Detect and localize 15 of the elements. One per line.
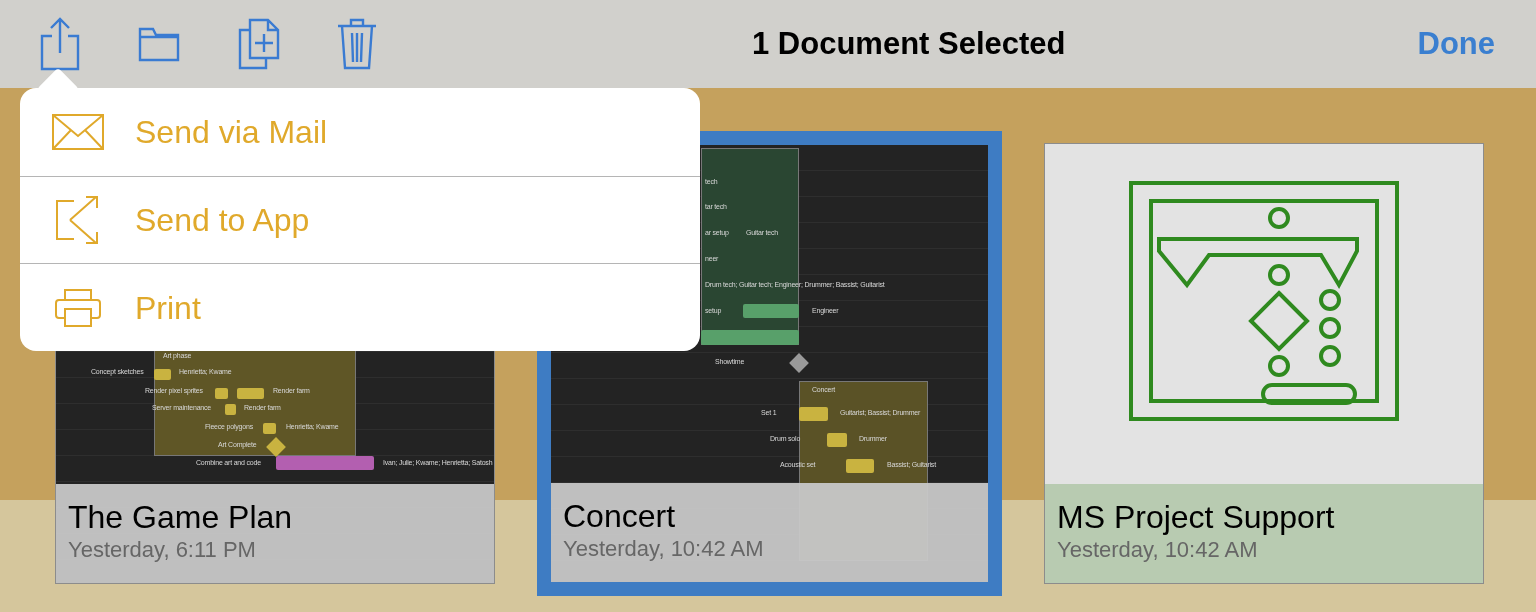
done-button[interactable]: Done: [1417, 20, 1495, 68]
document-title: The Game Plan: [68, 498, 294, 536]
document-title: MS Project Support: [1057, 498, 1336, 536]
document-title: Concert: [563, 497, 677, 535]
menu-item-label: Print: [135, 288, 201, 328]
document-date: Yesterday, 10:42 AM: [1057, 536, 1259, 564]
menu-item[interactable]: Print: [20, 263, 700, 351]
document-date: Yesterday, 6:11 PM: [68, 536, 257, 564]
document-card[interactable]: MS Project Support Yesterday, 10:42 AM: [1044, 143, 1484, 584]
menu-item-label: Send to App: [135, 201, 310, 240]
menu-item-label: Send via Mail: [135, 112, 328, 152]
menu-item[interactable]: Send to App: [20, 175, 700, 264]
document-date: Yesterday, 10:42 AM: [563, 535, 765, 563]
menu-item[interactable]: Send via Mail: [20, 88, 700, 176]
toolbar-title-text: 1 Document Selected: [751, 24, 1066, 63]
